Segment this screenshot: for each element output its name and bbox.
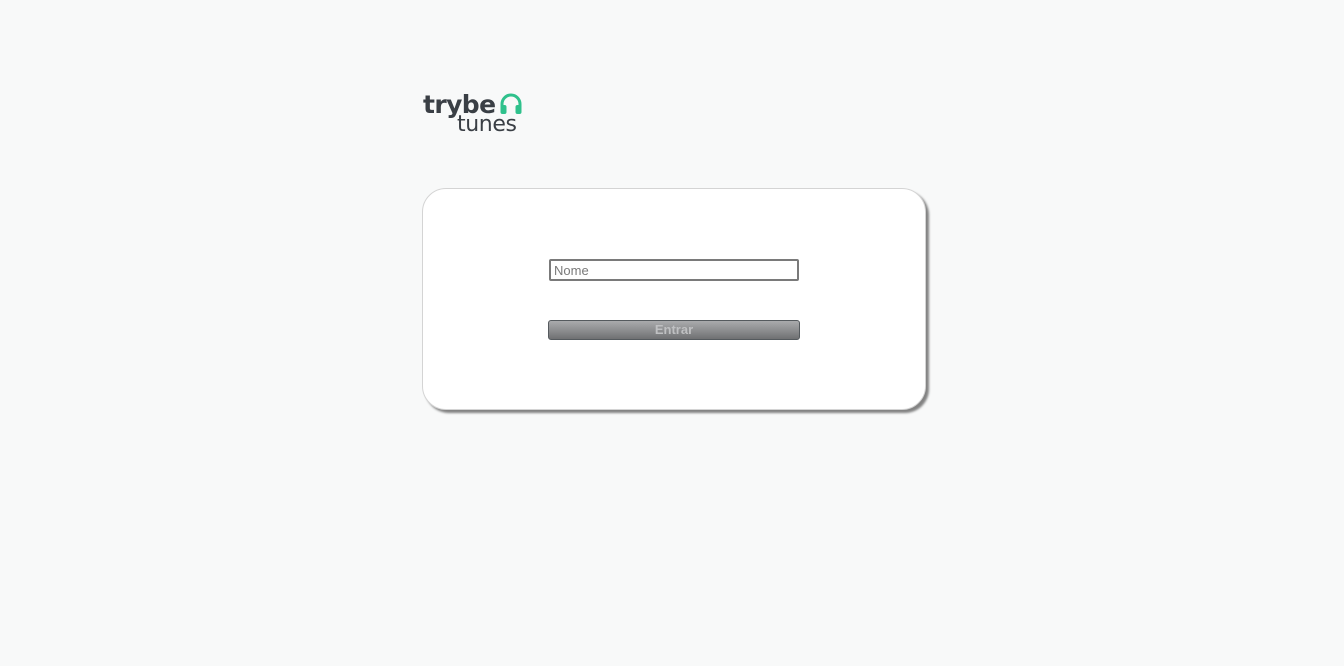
trybe-tunes-logo: trybe tunes [423, 90, 527, 140]
logo-text-tunes: tunes [457, 112, 517, 137]
enter-button[interactable]: Entrar [548, 320, 800, 340]
login-card: Entrar [422, 188, 926, 410]
name-input[interactable] [549, 259, 799, 281]
